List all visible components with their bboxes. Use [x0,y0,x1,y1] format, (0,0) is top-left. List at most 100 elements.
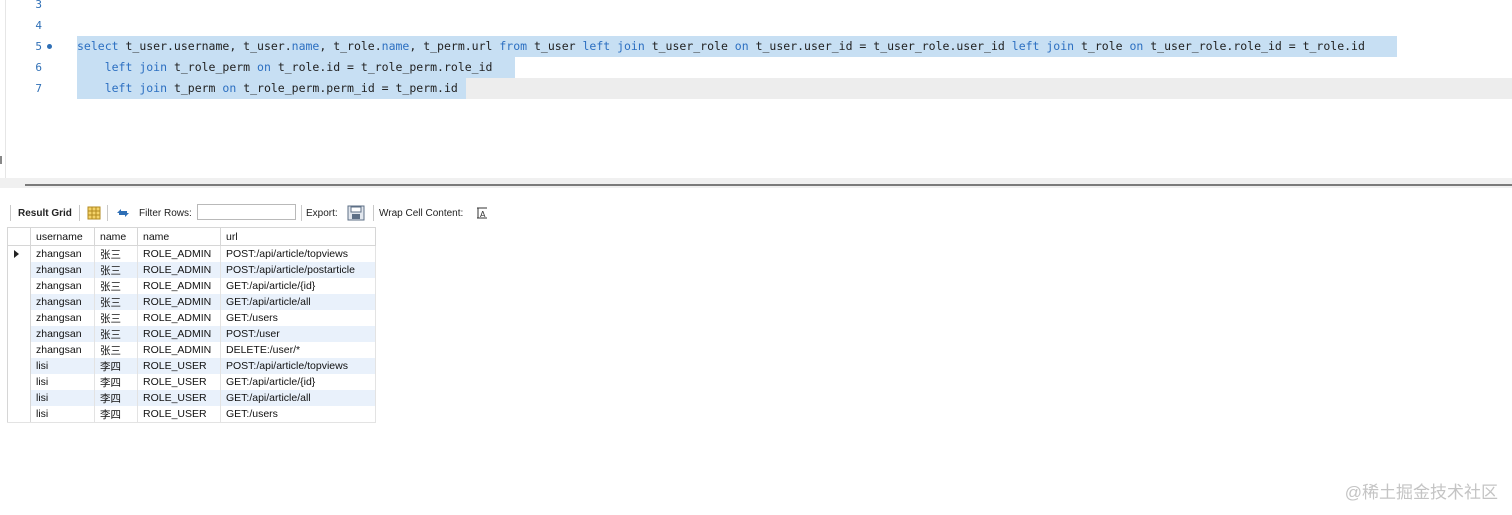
cell-role[interactable]: ROLE_ADMIN [137,294,221,310]
cell-username[interactable]: lisi [30,358,95,374]
cell-username[interactable]: lisi [30,374,95,390]
table-row[interactable]: lisi 李四 ROLE_USER GET:/users [7,406,376,423]
export-icon[interactable] [347,205,366,221]
editor-line-4: 4 [0,15,1512,36]
cell-url[interactable]: DELETE:/user/* [220,342,376,358]
cell-role[interactable]: ROLE_USER [137,358,221,374]
cell-url[interactable]: POST:/api/article/topviews [220,358,376,374]
cell-name[interactable]: 李四 [94,406,138,423]
table-row[interactable]: zhangsan 张三 ROLE_ADMIN POST:/user [7,326,376,342]
cell-username[interactable]: zhangsan [30,326,95,342]
row-selector[interactable] [7,326,31,342]
sql-editor[interactable]: 3 4 5 select t_user.username, t_user.nam… [0,0,1512,178]
cell-url[interactable]: GET:/api/article/{id} [220,374,376,390]
row-selector-header[interactable] [7,227,31,246]
result-grid[interactable]: username name name url zhangsan 张三 ROLE_… [7,227,376,423]
cell-name[interactable]: 张三 [94,342,138,358]
row-selector[interactable] [7,245,31,262]
watermark: @稀土掘金技术社区 [1344,483,1498,502]
grid-form-icon[interactable] [87,206,101,220]
wrap-icon[interactable]: A [476,207,488,219]
refresh-icon[interactable] [115,206,131,220]
cell-username[interactable]: lisi [30,406,95,423]
column-header-url[interactable]: url [220,227,376,246]
editor-line-5[interactable]: 5 select t_user.username, t_user.name, t… [0,36,1512,57]
cell-role[interactable]: ROLE_USER [137,374,221,390]
column-header-role-name[interactable]: name [137,227,221,246]
result-grid-tab[interactable]: Result Grid [18,208,72,219]
splitter-marker [0,156,2,164]
cell-name[interactable]: 张三 [94,245,138,262]
table-row[interactable]: lisi 李四 ROLE_USER GET:/api/article/all [7,390,376,406]
cell-username[interactable]: zhangsan [30,278,95,294]
cell-url[interactable]: GET:/users [220,310,376,326]
editor-line-7[interactable]: 7 left join t_perm on t_role_perm.perm_i… [0,78,1512,99]
cell-role[interactable]: ROLE_USER [137,406,221,423]
table-row[interactable]: zhangsan 张三 ROLE_ADMIN POST:/api/article… [7,245,376,262]
code-text[interactable]: left join t_role_perm on t_role.id = t_r… [77,57,515,78]
row-selector[interactable] [7,342,31,358]
column-header-username[interactable]: username [30,227,95,246]
row-selector[interactable] [7,358,31,374]
cell-name[interactable]: 李四 [94,390,138,406]
table-row[interactable]: zhangsan 张三 ROLE_ADMIN DELETE:/user/* [7,342,376,358]
cell-name[interactable]: 张三 [94,278,138,294]
cell-url[interactable]: POST:/api/article/postarticle [220,262,376,278]
cell-role[interactable]: ROLE_ADMIN [137,245,221,262]
cell-name[interactable]: 张三 [94,310,138,326]
table-row[interactable]: zhangsan 张三 ROLE_ADMIN GET:/api/article/… [7,294,376,310]
cell-role[interactable]: ROLE_ADMIN [137,262,221,278]
cell-username[interactable]: lisi [30,390,95,406]
row-selector[interactable] [7,406,31,423]
current-row-arrow-icon [14,250,19,258]
cell-role[interactable]: ROLE_USER [137,390,221,406]
cell-username[interactable]: zhangsan [30,310,95,326]
column-header-name[interactable]: name [94,227,138,246]
table-row[interactable]: zhangsan 张三 ROLE_ADMIN GET:/users [7,310,376,326]
cell-name[interactable]: 张三 [94,294,138,310]
cell-username[interactable]: zhangsan [30,262,95,278]
splitter-handle[interactable] [25,184,1512,186]
code-text[interactable]: left join t_perm on t_role_perm.perm_id … [77,78,466,99]
filter-rows-input[interactable] [197,204,296,220]
code-text[interactable]: select t_user.username, t_user.name, t_r… [77,36,1397,57]
cell-url[interactable]: GET:/api/article/{id} [220,278,376,294]
row-selector[interactable] [7,278,31,294]
table-row[interactable]: lisi 李四 ROLE_USER POST:/api/article/topv… [7,358,376,374]
export-label: Export: [306,208,338,219]
toolbar-separator [10,205,11,221]
editor-line-3: 3 [0,0,1512,15]
editor-line-6[interactable]: 6 left join t_role_perm on t_role.id = t… [0,57,1512,78]
cell-name[interactable]: 李四 [94,374,138,390]
row-selector[interactable] [7,374,31,390]
line-number: 7 [35,82,42,95]
cell-role[interactable]: ROLE_ADMIN [137,310,221,326]
cell-url[interactable]: GET:/api/article/all [220,390,376,406]
cell-url[interactable]: GET:/users [220,406,376,423]
cell-name[interactable]: 张三 [94,262,138,278]
cell-url[interactable]: POST:/api/article/topviews [220,245,376,262]
row-selector[interactable] [7,294,31,310]
cell-role[interactable]: ROLE_ADMIN [137,342,221,358]
cell-role[interactable]: ROLE_ADMIN [137,326,221,342]
cell-name[interactable]: 张三 [94,326,138,342]
cell-url[interactable]: GET:/api/article/all [220,294,376,310]
toolbar-separator [301,205,302,221]
panel-splitter[interactable] [0,178,1512,188]
row-selector[interactable] [7,262,31,278]
toolbar-separator [79,205,80,221]
filter-rows-label: Filter Rows: [139,208,192,219]
table-row[interactable]: zhangsan 张三 ROLE_ADMIN GET:/api/article/… [7,278,376,294]
cell-username[interactable]: zhangsan [30,245,95,262]
cell-url[interactable]: POST:/user [220,326,376,342]
cell-role[interactable]: ROLE_ADMIN [137,278,221,294]
table-row[interactable]: lisi 李四 ROLE_USER GET:/api/article/{id} [7,374,376,390]
row-selector[interactable] [7,310,31,326]
cell-username[interactable]: zhangsan [30,294,95,310]
line-number: 5 [35,40,42,53]
cell-name[interactable]: 李四 [94,358,138,374]
cell-username[interactable]: zhangsan [30,342,95,358]
statement-marker-icon [47,44,52,49]
row-selector[interactable] [7,390,31,406]
table-row[interactable]: zhangsan 张三 ROLE_ADMIN POST:/api/article… [7,262,376,278]
